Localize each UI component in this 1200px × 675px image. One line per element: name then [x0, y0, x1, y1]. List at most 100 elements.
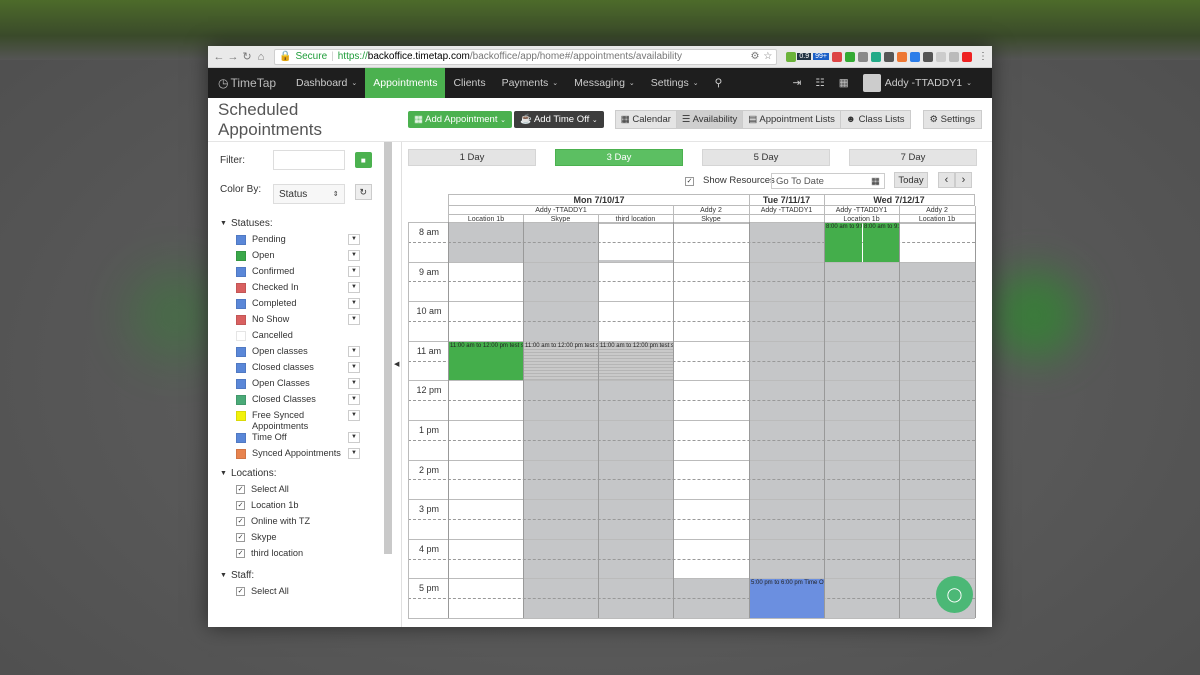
extension-icon[interactable]	[871, 51, 881, 62]
extension-icon[interactable]	[858, 51, 868, 62]
status-dropdown[interactable]: ▼	[348, 282, 360, 293]
color-by-select[interactable]: Status ⇕	[272, 184, 345, 204]
timetap-logo[interactable]: ◷ TimeTap	[208, 76, 288, 90]
status-item[interactable]: Time Off ▼	[236, 432, 372, 448]
org-chart-icon[interactable]: ☷	[815, 77, 824, 89]
view-availability-button[interactable]: ☰ Availability	[675, 110, 744, 129]
checkbox-icon[interactable]: ✓	[236, 485, 245, 494]
sidebar-scrollbar[interactable]	[384, 142, 392, 554]
view-calendar-button[interactable]: ▦ Calendar	[614, 110, 677, 129]
filter-input[interactable]	[273, 150, 345, 170]
status-item[interactable]: Closed Classes ▼	[236, 394, 372, 410]
save-filter-button[interactable]: ■	[354, 152, 372, 168]
home-icon[interactable]: ⌂	[254, 51, 268, 63]
status-item[interactable]: Free Synced Appointments ▼	[236, 410, 372, 432]
status-dropdown[interactable]: ▼	[348, 410, 360, 421]
nav-dashboard[interactable]: Dashboard ⌄	[288, 68, 365, 98]
nav-search[interactable]: ⚲	[707, 68, 731, 98]
sign-in-icon[interactable]: ⇥	[793, 77, 802, 89]
one-day-button[interactable]: 1 Day	[408, 149, 536, 166]
checkbox-icon[interactable]: ✓	[236, 587, 245, 596]
time-off-event[interactable]: 5:00 pm to 6:00 pm Time Of	[750, 579, 824, 618]
location-item[interactable]: ✓ Location 1b	[236, 500, 372, 516]
back-icon[interactable]: ←	[212, 51, 226, 63]
view-class-lists-button[interactable]: ☻ Class Lists	[839, 110, 911, 129]
status-item[interactable]: Open ▼	[236, 250, 372, 266]
settings-button[interactable]: ⚙ Settings	[922, 110, 982, 129]
status-dropdown[interactable]: ▼	[348, 394, 360, 405]
status-item[interactable]: Open Classes ▼	[236, 378, 372, 394]
appointment-event[interactable]: 8:00 am to 9:0	[825, 223, 862, 262]
status-item[interactable]: Cancelled	[236, 330, 372, 346]
five-day-button[interactable]: 5 Day	[702, 149, 830, 166]
reload-icon[interactable]: ↻	[240, 50, 254, 63]
opera-icon[interactable]	[962, 51, 972, 62]
status-dropdown[interactable]: ▼	[348, 266, 360, 277]
extension-icon[interactable]	[923, 51, 933, 62]
checkbox-icon[interactable]: ✓	[236, 501, 245, 510]
collapse-sidebar-icon[interactable]: ◀	[394, 360, 399, 368]
status-dropdown[interactable]: ▼	[348, 432, 360, 443]
extension-icon[interactable]	[884, 51, 894, 62]
appointment-event[interactable]: 8:00 am to 9:0	[863, 223, 899, 262]
status-dropdown[interactable]: ▼	[348, 234, 360, 245]
nav-payments[interactable]: Payments ⌄	[494, 68, 567, 98]
three-day-button[interactable]: 3 Day	[555, 149, 683, 166]
staff-toggle[interactable]: ▼ Staff:	[220, 570, 372, 581]
status-item[interactable]: Closed classes ▼	[236, 362, 372, 378]
gmail-icon[interactable]	[832, 51, 842, 62]
add-time-off-button[interactable]: ☕ Add Time Off ⌄	[513, 111, 604, 128]
today-button[interactable]: Today	[894, 172, 928, 188]
status-item[interactable]: Checked In ▼	[236, 282, 372, 298]
calendar-icon[interactable]: ▦	[839, 77, 849, 89]
prev-button[interactable]: ‹	[938, 172, 955, 188]
add-appointment-button[interactable]: ▦ Add Appointment ⌄	[408, 111, 512, 128]
extension-icon[interactable]	[910, 51, 920, 62]
extension-icon[interactable]	[897, 51, 907, 62]
nav-appointments[interactable]: Appointments	[365, 68, 446, 98]
user-menu[interactable]: Addy -TTADDY1 ⌄	[862, 74, 972, 92]
chat-launcher[interactable]: ◯	[936, 576, 973, 613]
extension-icon[interactable]	[949, 51, 959, 62]
star-icon[interactable]: ☆	[763, 51, 772, 62]
extension-icon[interactable]	[845, 51, 855, 62]
staff-item[interactable]: ✓ Select All	[236, 586, 372, 602]
refresh-button[interactable]: ↻	[354, 184, 373, 200]
address-bar[interactable]: 🔒 Secure | https://backoffice.timetap.co…	[274, 48, 778, 65]
seven-day-button[interactable]: 7 Day	[849, 149, 977, 166]
key-icon[interactable]: ⚙	[750, 51, 759, 62]
status-item[interactable]: Pending ▼	[236, 234, 372, 250]
view-appointment-lists-button[interactable]: ▤ Appointment Lists	[742, 110, 841, 129]
appointment-event[interactable]: 11:00 am to 12:00 pm test s	[599, 341, 673, 381]
forward-icon[interactable]: →	[226, 51, 240, 63]
menu-icon[interactable]: ⋮	[978, 51, 988, 62]
location-item[interactable]: ✓ Online with TZ	[236, 516, 372, 532]
checkbox-icon[interactable]: ✓	[236, 549, 245, 558]
status-dropdown[interactable]: ▼	[348, 250, 360, 261]
checkbox-icon[interactable]: ✓	[236, 517, 245, 526]
status-item[interactable]: Synced Appointments ▼	[236, 448, 372, 464]
locations-toggle[interactable]: ▼ Locations:	[220, 468, 372, 479]
statuses-toggle[interactable]: ▼ Statuses:	[220, 218, 372, 229]
status-dropdown[interactable]: ▼	[348, 346, 360, 357]
nav-clients[interactable]: Clients	[445, 68, 493, 98]
checkbox-icon[interactable]: ✓	[236, 533, 245, 542]
location-item[interactable]: ✓ third location	[236, 548, 372, 564]
nav-messaging[interactable]: Messaging ⌄	[566, 68, 643, 98]
nav-settings[interactable]: Settings ⌄	[643, 68, 707, 98]
status-item[interactable]: Open classes ▼	[236, 346, 372, 362]
appointment-event[interactable]: 11:00 am to 12:00 pm test s	[524, 341, 598, 381]
go-to-date-input[interactable]: Go To Date ▦	[771, 173, 885, 189]
location-item[interactable]: ✓ Select All	[236, 484, 372, 500]
status-dropdown[interactable]: ▼	[348, 298, 360, 309]
appointment-event[interactable]: 11:00 am to 12:00 pm test s	[449, 341, 523, 381]
status-item[interactable]: Confirmed ▼	[236, 266, 372, 282]
next-button[interactable]: ›	[955, 172, 972, 188]
location-item[interactable]: ✓ Skype	[236, 532, 372, 548]
status-dropdown[interactable]: ▼	[348, 378, 360, 389]
status-item[interactable]: Completed ▼	[236, 298, 372, 314]
status-dropdown[interactable]: ▼	[348, 362, 360, 373]
status-dropdown[interactable]: ▼	[348, 448, 360, 459]
status-dropdown[interactable]: ▼	[348, 314, 360, 325]
status-item[interactable]: No Show ▼	[236, 314, 372, 330]
